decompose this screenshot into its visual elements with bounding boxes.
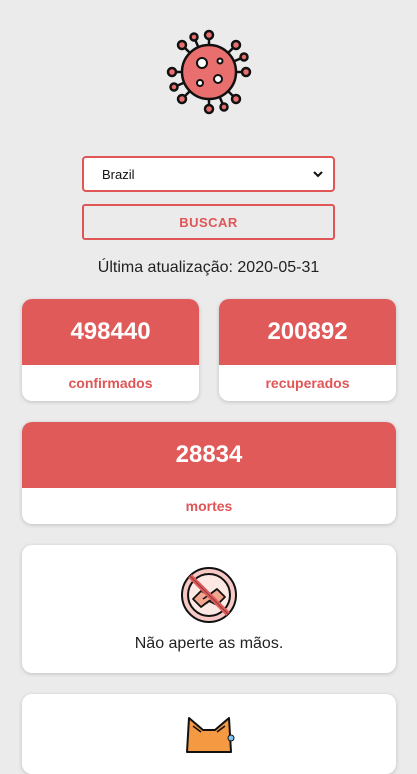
no-handshake-icon (181, 567, 237, 623)
virus-icon (166, 29, 252, 115)
confirmed-card: 498440 confirmados (22, 299, 199, 401)
deaths-value: 28834 (22, 422, 396, 488)
last-update-date: 2020-05-31 (237, 259, 320, 276)
sick-cat-icon (186, 717, 235, 753)
recovered-value: 200892 (219, 299, 396, 365)
tip-card: Não aperte as mãos. (22, 545, 396, 673)
tip-card (22, 694, 396, 774)
confirmed-value: 498440 (22, 299, 199, 365)
tip-text: Não aperte as mãos. (134, 635, 284, 652)
confirmed-label: confirmados (68, 375, 153, 391)
deaths-card: 28834 mortes (22, 422, 396, 524)
country-select-value: Brazil (102, 166, 135, 182)
recovered-card: 200892 recuperados (219, 299, 396, 401)
deaths-label: mortes (185, 498, 233, 514)
last-update: Última atualização: 2020-05-31 (0, 259, 417, 277)
page: Brazil BUSCAR Última atualização: 2020-0… (0, 0, 417, 774)
search-button[interactable]: BUSCAR (82, 204, 335, 240)
last-update-label: Última atualização: (97, 259, 233, 276)
chevron-down-icon (313, 171, 323, 178)
country-select[interactable]: Brazil (82, 156, 335, 192)
recovered-label: recuperados (265, 375, 350, 391)
